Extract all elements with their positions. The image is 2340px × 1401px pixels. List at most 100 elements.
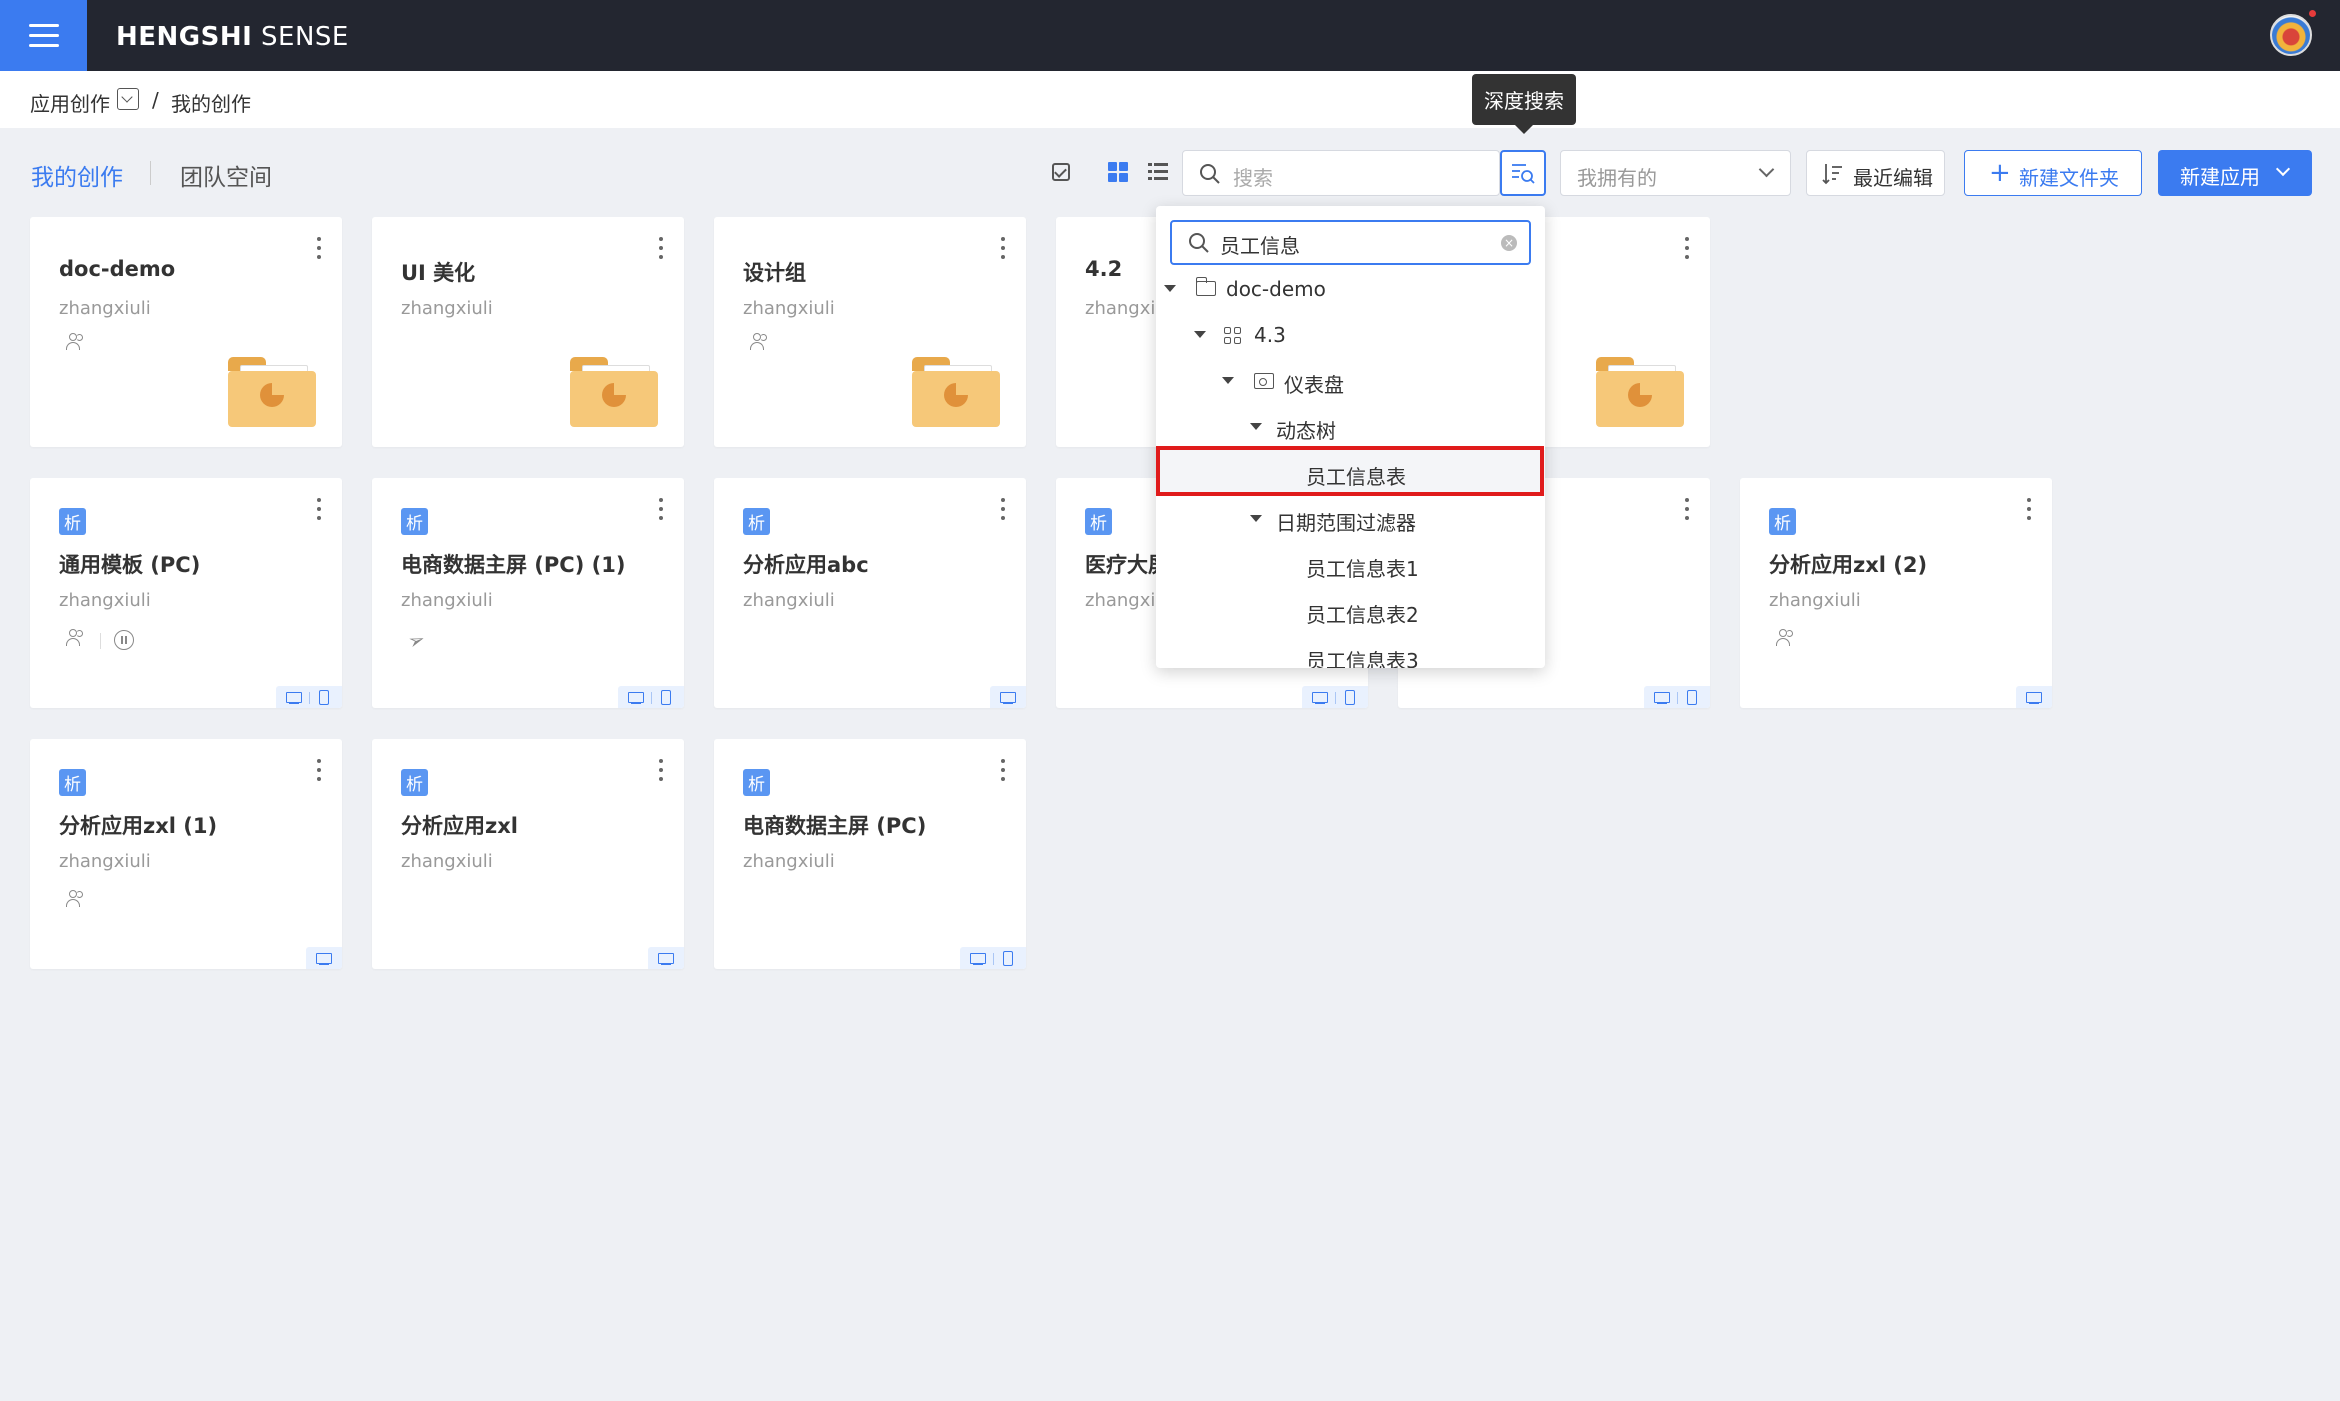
more-options-icon[interactable] xyxy=(1001,498,1006,525)
deep-search-input[interactable]: 员工信息 × xyxy=(1170,220,1531,265)
folder-icon xyxy=(570,357,658,427)
device-support xyxy=(1302,686,1368,708)
hamburger-menu-icon[interactable] xyxy=(0,0,87,71)
tree-node-folder[interactable]: doc-demo xyxy=(1156,266,1545,312)
app-owner: zhangxiuli xyxy=(59,590,151,611)
shared-users-icon xyxy=(750,333,768,351)
app-title: 分析应用abc xyxy=(743,553,869,577)
tree-node-dashboard[interactable]: 仪表盘 xyxy=(1156,358,1545,404)
plus-icon: + xyxy=(1989,158,2011,188)
breadcrumb-dropdown-icon[interactable] xyxy=(117,88,139,110)
tab-team-space[interactable]: 团队空间 xyxy=(180,158,272,192)
more-options-icon[interactable] xyxy=(317,498,322,525)
owner-filter-select[interactable]: 我拥有的 xyxy=(1560,150,1791,196)
analysis-app-badge: 析 xyxy=(59,508,86,535)
caret-down-icon[interactable] xyxy=(1194,331,1206,338)
app-card[interactable]: 析 通用模板 (PC) zhangxiuli xyxy=(30,478,342,708)
app-card[interactable]: 析 分析应用abc zhangxiuli xyxy=(714,478,1026,708)
tree-node-chart[interactable]: 员工信息表3 xyxy=(1156,634,1545,668)
new-app-label: 新建应用 xyxy=(2180,165,2260,189)
desktop-icon xyxy=(1312,692,1328,704)
batch-select-icon[interactable] xyxy=(1052,163,1070,181)
tree-node-label: 员工信息表2 xyxy=(1306,603,1419,627)
analysis-app-badge: 析 xyxy=(743,508,770,535)
folder-card[interactable]: doc-demo zhangxiuli xyxy=(30,217,342,447)
folder-card[interactable]: UI 美化 zhangxiuli xyxy=(372,217,684,447)
app-card[interactable]: 析 电商数据主屏 (PC) zhangxiuli xyxy=(714,739,1026,969)
user-avatar[interactable] xyxy=(2270,14,2312,56)
more-options-icon[interactable] xyxy=(1685,237,1690,264)
tree-node-chart[interactable]: 员工信息表2 xyxy=(1156,588,1545,634)
caret-down-icon[interactable] xyxy=(1222,377,1234,384)
folder-card[interactable]: 设计组 zhangxiuli xyxy=(714,217,1026,447)
more-options-icon[interactable] xyxy=(2027,498,2032,525)
clear-icon[interactable]: × xyxy=(1501,235,1517,251)
sort-button[interactable]: 最近编辑 xyxy=(1806,150,1945,196)
new-folder-label: 新建文件夹 xyxy=(2019,166,2119,190)
caret-down-icon[interactable] xyxy=(1164,285,1176,292)
desktop-icon xyxy=(628,692,644,704)
new-app-button[interactable]: 新建应用 xyxy=(2158,150,2312,196)
app-card[interactable]: 析 分析应用zxl (2) zhangxiuli xyxy=(1740,478,2052,708)
list-view-icon[interactable] xyxy=(1148,163,1168,181)
app-owner: zhangxiuli xyxy=(743,590,835,611)
desktop-icon xyxy=(1000,692,1016,704)
sort-icon xyxy=(1822,164,1842,185)
app-title: 通用模板 (PC) xyxy=(59,553,201,577)
breadcrumb-root[interactable]: 应用创作 xyxy=(30,88,110,117)
new-folder-button[interactable]: + 新建文件夹 xyxy=(1964,150,2142,196)
tree-node-chart[interactable]: 员工信息表1 xyxy=(1156,542,1545,588)
folder-owner: zhangxiuli xyxy=(743,298,835,319)
more-options-icon[interactable] xyxy=(1001,237,1006,264)
app-card[interactable]: 析 分析应用zxl zhangxiuli xyxy=(372,739,684,969)
deep-search-button[interactable] xyxy=(1500,150,1546,196)
chevron-down-icon xyxy=(2275,161,2291,177)
folder-icon xyxy=(1596,357,1684,427)
tree-node-label: 4.3 xyxy=(1254,323,1286,347)
search-input[interactable]: 搜索 xyxy=(1182,150,1500,196)
tree-node-group[interactable]: 动态树 xyxy=(1156,404,1545,450)
notification-dot-icon xyxy=(2307,8,2318,19)
app-card[interactable]: 析 电商数据主屏 (PC) (1) zhangxiuli ➢ xyxy=(372,478,684,708)
tree-node-label: 动态树 xyxy=(1276,419,1336,443)
more-options-icon[interactable] xyxy=(317,237,322,264)
search-placeholder: 搜索 xyxy=(1233,166,1273,190)
analysis-app-badge: 析 xyxy=(1769,508,1796,535)
more-options-icon[interactable] xyxy=(1001,759,1006,786)
more-options-icon[interactable] xyxy=(1685,498,1690,525)
shared-users-icon xyxy=(66,333,84,351)
more-options-icon[interactable] xyxy=(317,759,322,786)
desktop-icon xyxy=(658,953,674,965)
published-icon: ➢ xyxy=(404,625,429,655)
breadcrumb-current: 我的创作 xyxy=(171,92,251,116)
app-title: 分析应用zxl (1) xyxy=(59,814,218,838)
chevron-down-icon xyxy=(1758,161,1775,178)
grid-view-icon[interactable] xyxy=(1108,162,1128,182)
tree-node-group[interactable]: 日期范围过滤器 xyxy=(1156,496,1545,542)
more-options-icon[interactable] xyxy=(659,759,664,786)
analysis-app-badge: 析 xyxy=(401,508,428,535)
folder-icon xyxy=(1195,277,1216,296)
more-options-icon[interactable] xyxy=(659,498,664,525)
tree-node-label: 员工信息表1 xyxy=(1306,557,1419,581)
device-support xyxy=(276,686,342,708)
caret-down-icon[interactable] xyxy=(1250,515,1262,522)
mobile-icon xyxy=(319,690,329,705)
tree-node-app[interactable]: 4.3 xyxy=(1156,312,1545,358)
app-card[interactable]: 析 分析应用zxl (1) zhangxiuli xyxy=(30,739,342,969)
more-options-icon[interactable] xyxy=(659,237,664,264)
device-support xyxy=(960,947,1026,969)
caret-down-icon[interactable] xyxy=(1250,423,1262,430)
tab-my-creations[interactable]: 我的创作 xyxy=(31,158,123,192)
tree-node-label: doc-demo xyxy=(1226,277,1326,301)
analysis-app-badge: 析 xyxy=(401,769,428,796)
divider xyxy=(100,633,101,649)
brand-logo: HENGSHI SENSE xyxy=(116,22,349,52)
folder-title: doc-demo xyxy=(59,257,176,281)
apps-icon xyxy=(1224,327,1242,345)
app-title: 分析应用zxl (2) xyxy=(1769,553,1928,577)
app-owner: zhangxiuli xyxy=(743,851,835,872)
tab-divider xyxy=(150,161,151,185)
app-owner: zhangxiuli xyxy=(1769,590,1861,611)
device-support xyxy=(2016,686,2052,708)
